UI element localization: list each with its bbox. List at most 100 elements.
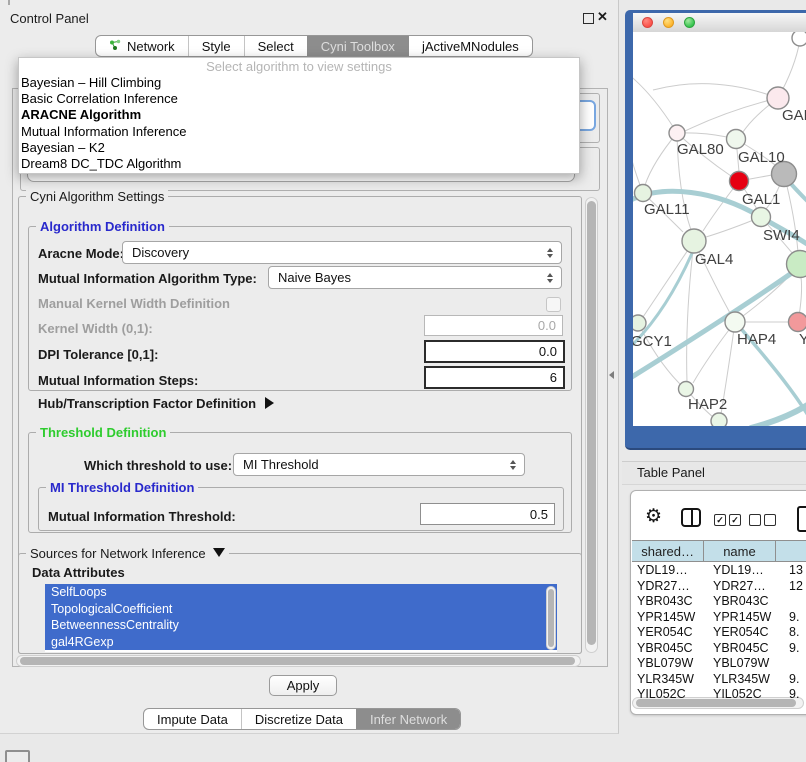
panel-grip-icon[interactable] [5, 750, 30, 762]
network-edge[interactable] [685, 98, 778, 131]
network-node-hap2[interactable] [679, 382, 694, 397]
mi-threshold-field[interactable]: 0.5 [420, 503, 555, 525]
network-node[interactable] [787, 251, 806, 278]
data-attributes-label: Data Attributes [32, 565, 125, 580]
tab-jactivemnodules[interactable]: jActiveMNodules [408, 36, 532, 56]
network-node-hap4[interactable] [725, 312, 745, 332]
tab-infer-network[interactable]: Infer Network [356, 709, 460, 729]
table-row[interactable]: YBR043CYBR043C [632, 594, 806, 610]
tab-label: Select [258, 39, 294, 54]
column-header-3[interactable] [776, 541, 806, 561]
network-node[interactable] [792, 32, 806, 46]
cell-name: YLR345W [709, 672, 785, 688]
list-vertical-scrollbar[interactable] [546, 586, 556, 650]
table-settings-gear-icon[interactable]: ⚙ [645, 505, 662, 528]
combo-stepper-icon [510, 460, 516, 470]
table-row[interactable]: YIL052CYIL052C9. [632, 687, 806, 703]
manual-kernel-checkbox[interactable] [546, 297, 561, 312]
kernel-width-label: Kernel Width (0,1): [38, 321, 153, 336]
splitter-collapse-icon[interactable] [609, 371, 614, 379]
zoom-traffic-icon[interactable] [684, 17, 695, 28]
network-node-gal[interactable] [767, 87, 789, 109]
tab-style[interactable]: Style [188, 36, 244, 56]
network-node-gal11[interactable] [635, 185, 652, 202]
dpi-tolerance-field[interactable]: 0.0 [424, 340, 565, 363]
close-icon[interactable]: ✕ [597, 9, 608, 25]
network-node-gal10[interactable] [727, 130, 746, 149]
column-header-shared[interactable]: shared… [632, 541, 704, 561]
list-item-gal4rgexp[interactable]: gal4RGexp [45, 634, 557, 651]
network-node[interactable] [711, 413, 727, 426]
apply-button[interactable]: Apply [269, 675, 337, 696]
hub-definition-toggle[interactable]: Hub/Transcription Factor Definition [38, 396, 274, 411]
collapse-down-icon [213, 548, 225, 557]
network-node-gal4[interactable] [682, 229, 706, 253]
table-row[interactable]: YER054CYER054C8. [632, 625, 806, 641]
list-item-betweennesscentrality[interactable]: BetweennessCentrality [45, 617, 557, 634]
network-canvas[interactable]: GALGAL80GAL10GAL1GAL11SWI4GAL4HAP4YGCY1H… [633, 32, 806, 426]
network-edge[interactable] [653, 84, 778, 98]
table-row[interactable]: YBR045CYBR045C9. [632, 641, 806, 657]
network-edge[interactable] [633, 74, 677, 133]
dropdown-option-dream8-dc-tdc-algorithm[interactable]: Dream8 DC_TDC Algorithm [19, 156, 579, 172]
network-node-gal80[interactable] [669, 125, 685, 141]
sources-legend[interactable]: Sources for Network Inference [26, 546, 229, 561]
threshold-definition-legend: Threshold Definition [36, 425, 170, 440]
node-label-swi4: SWI4 [763, 227, 800, 244]
tab-label: Cyni Toolbox [321, 39, 395, 54]
column-header-name[interactable]: name [704, 541, 775, 561]
list-item-selfloops[interactable]: SelfLoops [45, 584, 557, 601]
node-label-gcy1: GCY1 [633, 333, 672, 350]
table-panel-title: Table Panel [637, 465, 705, 480]
table-row[interactable]: YBL079WYBL079W [632, 656, 806, 672]
tab-cyni-toolbox[interactable]: Cyni Toolbox [307, 36, 408, 56]
network-edge[interactable] [643, 241, 694, 317]
node-label-gal: GAL [782, 107, 806, 124]
network-node-y[interactable] [789, 313, 806, 332]
dropdown-option-bayesian-hill-climbing[interactable]: Bayesian – Hill Climbing [19, 75, 579, 91]
list-item-topologicalcoefficient[interactable]: TopologicalCoefficient [45, 601, 557, 618]
tab-select[interactable]: Select [244, 36, 307, 56]
mi-type-combo[interactable]: Naive Bayes [268, 266, 562, 289]
tab-network[interactable]: Network [96, 36, 188, 56]
network-edge-highlighted[interactable] [751, 400, 806, 426]
which-threshold-combo[interactable]: MI Threshold [233, 453, 525, 476]
dropdown-option-aracne-algorithm[interactable]: ARACNE Algorithm [19, 107, 579, 123]
dropdown-option-basic-correlation-inference[interactable]: Basic Correlation Inference [19, 91, 579, 107]
dropdown-option-bayesian-k2[interactable]: Bayesian – K2 [19, 140, 579, 156]
network-edge[interactable] [693, 322, 735, 383]
partial-table-icon[interactable] [797, 506, 806, 532]
network-node-gal1[interactable] [730, 172, 749, 191]
checked-box-icon: ✓ [729, 514, 741, 526]
tab-impute-data[interactable]: Impute Data [144, 709, 241, 729]
table-row[interactable]: YLR345WYLR345W9. [632, 672, 806, 688]
table-row[interactable]: YDR27…YDR27…12 [632, 579, 806, 595]
dropdown-option-mutual-information-inference[interactable]: Mutual Information Inference [19, 124, 579, 140]
deselect-checkboxes-icon[interactable] [749, 514, 776, 526]
split-columns-icon[interactable] [681, 508, 701, 527]
close-traffic-icon[interactable] [642, 17, 653, 28]
select-all-checkboxes-icon[interactable]: ✓ ✓ [714, 514, 741, 526]
node-label-y: Y [799, 331, 806, 348]
table-row[interactable]: YPR145WYPR145W9. [632, 610, 806, 626]
aracne-mode-combo[interactable]: Discovery [122, 241, 562, 264]
settings-vertical-scrollbar[interactable] [585, 197, 598, 653]
network-edge[interactable] [645, 133, 677, 185]
unchecked-box-icon [749, 514, 761, 526]
minimize-traffic-icon[interactable] [663, 17, 674, 28]
collapse-right-icon [265, 397, 274, 409]
table-row[interactable]: YDL19…YDL19…13 [632, 563, 806, 579]
network-node-gcy1[interactable] [633, 315, 646, 331]
network-node-swi4[interactable] [752, 208, 771, 227]
data-attributes-list[interactable]: SelfLoopsTopologicalCoefficientBetweenne… [45, 584, 557, 652]
kernel-width-field[interactable]: 0.0 [424, 315, 563, 336]
tab-discretize-data[interactable]: Discretize Data [241, 709, 356, 729]
network-edge-highlighted[interactable] [633, 258, 806, 380]
settings-horizontal-scrollbar[interactable] [16, 655, 581, 667]
network-window-titlebar[interactable] [633, 13, 806, 33]
mi-steps-field[interactable]: 6 [424, 366, 565, 389]
combo-stepper-icon [547, 273, 553, 283]
float-panel-icon[interactable] [583, 13, 594, 24]
cell-value: 9. [785, 672, 799, 688]
table-column-headers: shared…name [632, 540, 806, 562]
